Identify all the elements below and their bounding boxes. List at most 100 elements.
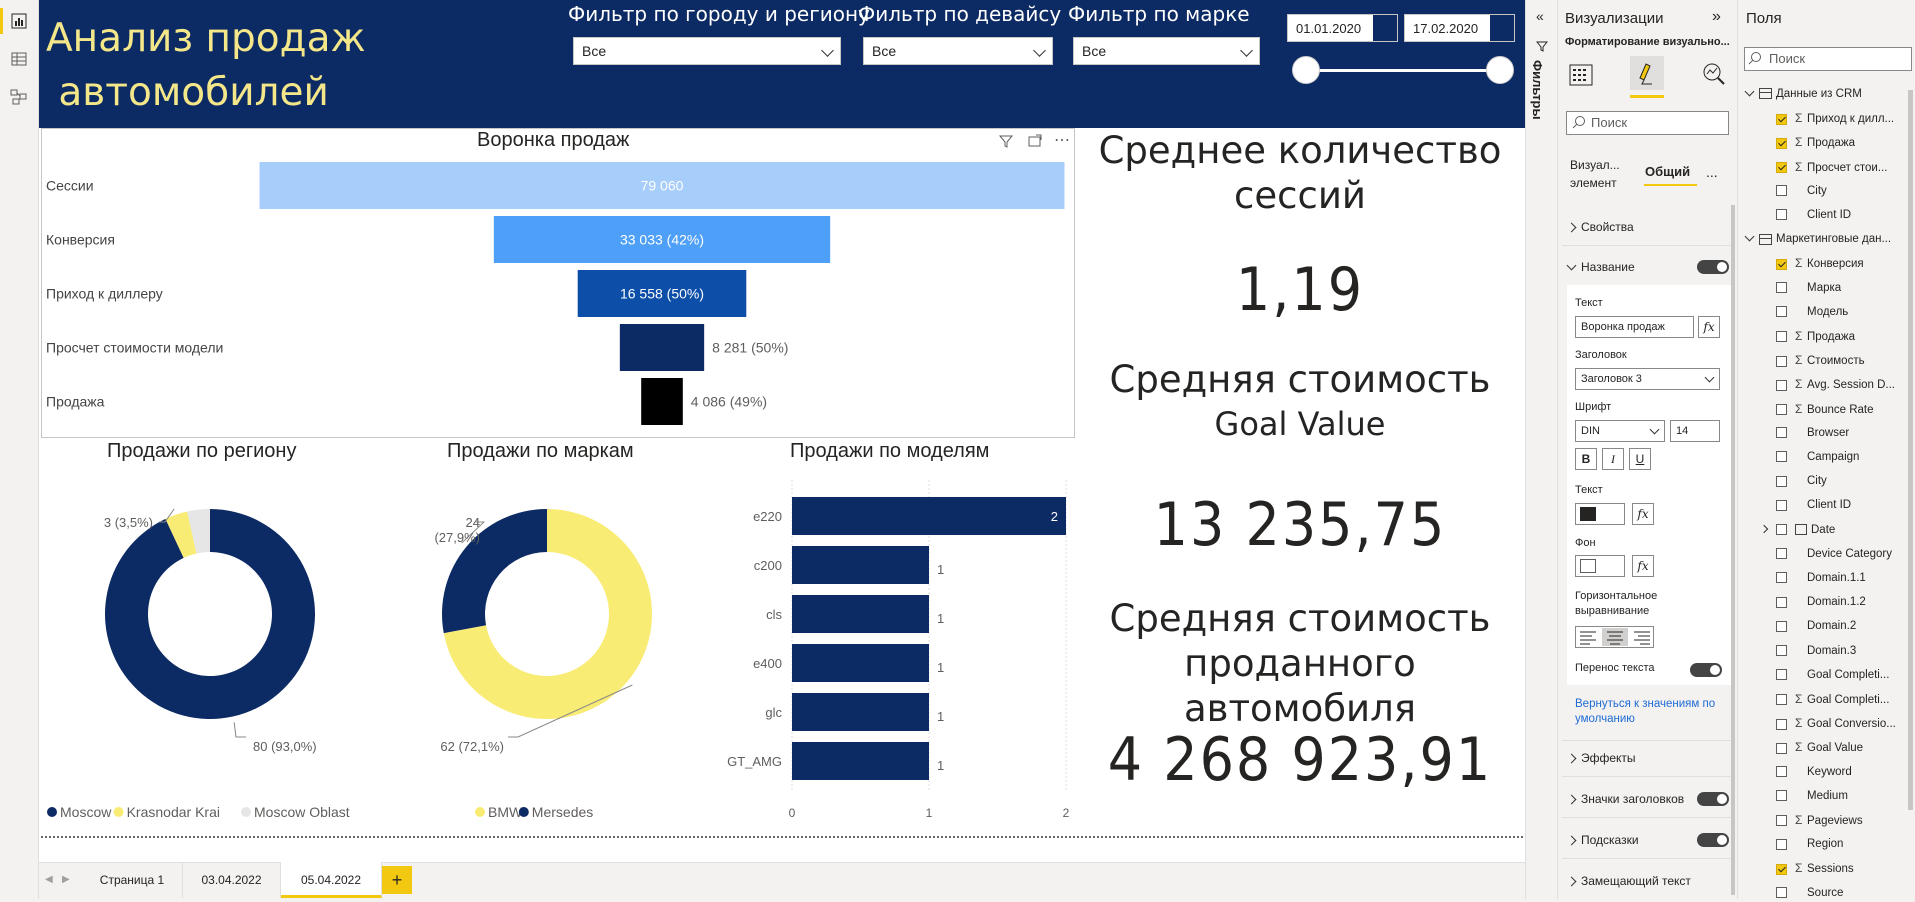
model-bar[interactable] <box>792 595 929 633</box>
format-search-input[interactable]: Поиск <box>1566 111 1729 135</box>
section-properties[interactable]: Свойства <box>1566 220 1634 234</box>
date-slider-end-handle[interactable] <box>1486 56 1514 84</box>
section-alt-text[interactable]: Замещающий текст <box>1566 874 1691 888</box>
brand-slicer-dropdown[interactable]: Все <box>1073 37 1260 65</box>
filters-pane-collapsed[interactable]: « Фильтры <box>1525 0 1558 899</box>
tab-page-1[interactable]: Страница 1 <box>82 862 183 898</box>
field-item[interactable]: Σ Goal Completi... <box>1776 690 1889 708</box>
background-color-picker[interactable] <box>1575 555 1625 577</box>
date-slider-track[interactable] <box>1306 69 1499 72</box>
field-item[interactable]: Марка <box>1776 279 1841 297</box>
field-checkbox[interactable] <box>1776 596 1787 608</box>
field-item[interactable]: Date <box>1759 521 1835 539</box>
text-color-picker[interactable] <box>1575 503 1625 525</box>
field-checkbox[interactable] <box>1776 887 1787 899</box>
city-slicer-dropdown[interactable]: Все <box>573 37 841 65</box>
field-checkbox[interactable] <box>1776 645 1787 657</box>
donut-slice[interactable] <box>442 509 547 634</box>
field-item[interactable]: Domain.1.2 <box>1776 593 1866 611</box>
legend-item[interactable]: Moscow Oblast <box>254 804 350 820</box>
filters-label[interactable]: Фильтры <box>1530 60 1545 120</box>
model-bar[interactable] <box>792 742 929 780</box>
viz-pane-scrollbar[interactable] <box>1731 205 1735 895</box>
tab-scroll-right-icon[interactable]: ▶ <box>62 874 70 885</box>
reset-defaults-link[interactable]: Вернуться к значениям по умолчанию <box>1575 697 1725 727</box>
field-checkbox[interactable] <box>1776 137 1787 149</box>
tab-scroll-left-icon[interactable]: ◀ <box>45 874 53 885</box>
field-item[interactable]: Domain.1.1 <box>1776 569 1866 587</box>
font-family-dropdown[interactable]: DIN <box>1575 420 1665 442</box>
build-visual-icon[interactable] <box>1568 62 1594 91</box>
table-node[interactable]: Данные из CRM <box>1744 85 1862 103</box>
field-item[interactable]: Medium <box>1776 787 1848 805</box>
field-checkbox[interactable] <box>1776 209 1787 221</box>
funnel-bar[interactable] <box>619 324 705 371</box>
field-item[interactable]: Region <box>1776 835 1843 853</box>
field-item[interactable]: Σ Sessions <box>1776 859 1854 877</box>
calendar-icon[interactable] <box>1490 15 1514 41</box>
model-bar[interactable] <box>792 644 929 682</box>
text-color-fx-button[interactable]: fx <box>1632 503 1654 525</box>
field-item[interactable]: Client ID <box>1776 496 1851 514</box>
title-text-input[interactable]: Воронка продаж <box>1575 316 1694 338</box>
field-checkbox[interactable] <box>1776 185 1787 197</box>
field-item[interactable]: Browser <box>1776 424 1849 442</box>
field-checkbox[interactable] <box>1776 572 1787 584</box>
field-checkbox[interactable] <box>1776 766 1787 778</box>
field-checkbox[interactable] <box>1776 162 1787 174</box>
field-item[interactable]: Goal Completi... <box>1776 666 1889 684</box>
field-checkbox[interactable] <box>1776 113 1787 125</box>
field-item[interactable]: Σ Продажа <box>1776 133 1855 151</box>
field-checkbox[interactable] <box>1776 306 1787 318</box>
model-bar[interactable] <box>792 497 1066 535</box>
field-item[interactable]: Σ Стоимость <box>1776 351 1865 369</box>
fields-pane-scrollbar[interactable] <box>1908 90 1913 810</box>
field-item[interactable]: Domain.3 <box>1776 642 1856 660</box>
funnel-bar[interactable] <box>641 378 683 425</box>
tab-03-04-2022[interactable]: 03.04.2022 <box>183 862 281 898</box>
fields-search-input[interactable]: Поиск <box>1744 47 1912 71</box>
legend-item[interactable]: BMW <box>488 804 523 820</box>
field-item[interactable]: City <box>1776 472 1827 490</box>
date-from-input[interactable]: 01.01.2020 <box>1287 14 1398 42</box>
format-visual-icon[interactable] <box>1630 56 1664 90</box>
field-checkbox[interactable] <box>1776 499 1787 511</box>
field-item[interactable]: Модель <box>1776 303 1848 321</box>
more-options-icon[interactable]: ⋯ <box>1054 130 1070 150</box>
field-checkbox[interactable] <box>1776 742 1787 754</box>
field-item[interactable]: Campaign <box>1776 448 1859 466</box>
field-item[interactable]: Client ID <box>1776 206 1851 224</box>
expand-filters-icon[interactable]: « <box>1536 8 1544 24</box>
section-tooltips[interactable]: Подсказки <box>1566 833 1639 847</box>
field-checkbox[interactable] <box>1776 669 1787 681</box>
field-checkbox[interactable] <box>1776 404 1787 416</box>
field-checkbox[interactable] <box>1776 694 1787 706</box>
background-fx-button[interactable]: fx <box>1632 555 1654 577</box>
field-checkbox[interactable] <box>1776 475 1787 487</box>
section-effects[interactable]: Эффекты <box>1566 751 1636 765</box>
section-name[interactable]: Название <box>1566 260 1635 274</box>
field-checkbox[interactable] <box>1776 355 1787 367</box>
header-icons-toggle[interactable] <box>1697 792 1729 806</box>
heading-dropdown[interactable]: Заголовок 3 <box>1575 368 1720 390</box>
field-checkbox[interactable] <box>1776 718 1787 730</box>
tab-visual-element[interactable]: Визуал... элемент <box>1570 156 1628 192</box>
model-bar[interactable] <box>792 693 929 731</box>
section-header-icons[interactable]: Значки заголовков <box>1566 792 1684 806</box>
collapse-pane-icon[interactable]: » <box>1712 8 1721 26</box>
legend-item[interactable]: Moscow <box>60 804 112 820</box>
field-checkbox[interactable] <box>1776 815 1787 827</box>
tab-general[interactable]: Общий <box>1645 164 1690 179</box>
report-view-icon[interactable] <box>10 12 28 30</box>
wrap-text-toggle[interactable] <box>1690 663 1722 677</box>
field-item[interactable]: Domain.2 <box>1776 617 1856 635</box>
name-toggle[interactable] <box>1697 260 1729 274</box>
data-view-icon[interactable] <box>10 50 28 68</box>
date-to-input[interactable]: 17.02.2020 <box>1404 14 1515 42</box>
analytics-icon[interactable] <box>1700 60 1726 89</box>
field-checkbox[interactable] <box>1776 790 1787 802</box>
add-page-button[interactable]: + <box>382 866 412 894</box>
more-tabs-button[interactable]: ... <box>1706 164 1718 180</box>
field-item[interactable]: Σ Продажа <box>1776 327 1855 345</box>
bold-button[interactable]: B <box>1575 448 1597 470</box>
